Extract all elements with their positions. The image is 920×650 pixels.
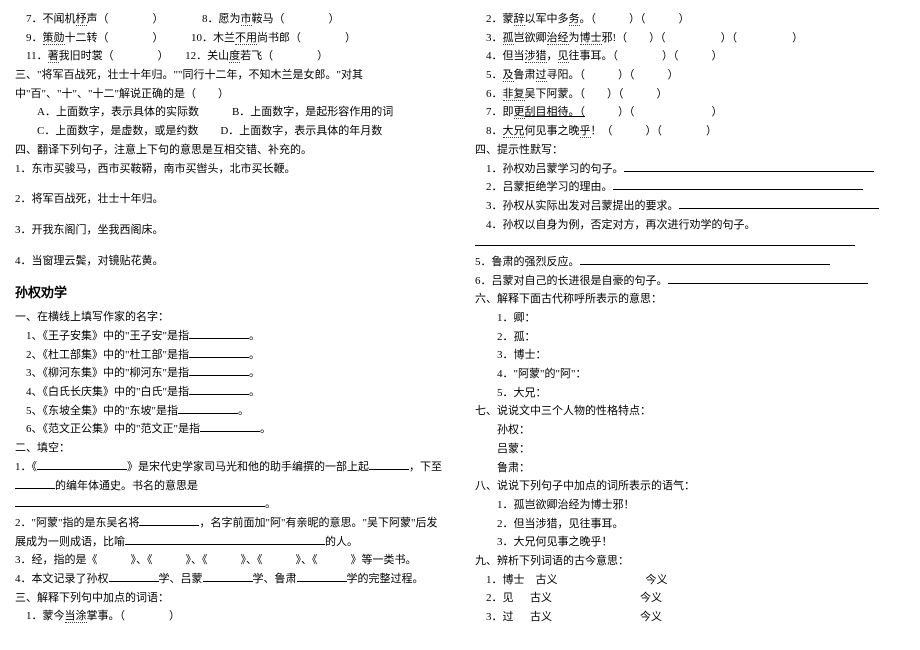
options-ab: A．上面数字，表示具体的实际数 B．上面数字，是起形容作用的词 [15,103,445,122]
spacer [15,178,445,190]
c2-q8: 8．大兄何见事之晚乎！（ ）（ ） [475,122,905,141]
sq2-3: 3．经，指的是《 》、《 》、《 》、《 》、《 》等一类书。 [15,551,445,570]
c2-s9-3: 3．过 古义 今义 [475,608,905,627]
c2-s8-3: 3．大兄何见事之晚乎！ [475,533,905,552]
sq3-1: 1．蒙今当涂掌事。（ ） [15,607,445,626]
c2-s4-1: 1．孙权劝吕蒙学习的句子。 [475,160,905,179]
c2-s4-4-blank [475,234,905,253]
c2-s6-4: 4．"阿蒙"的"阿"： [475,365,905,384]
s4-4: 4．当窗理云鬓，对镜贴花黄。 [15,252,445,271]
sq3-4: 4．但当涉猎，见往事耳。（ ）（ ） [475,47,905,66]
sq3-2: 2．蒙辞以军中多务。（ ）（ ） [475,10,905,29]
spacer [15,240,445,252]
spacer [15,209,445,221]
c2-s4-3: 3．孙权从实际出发对吕蒙提出的要求。 [475,197,905,216]
sq3-head: 三、解释下列句中加点的词语： [15,589,445,608]
c2-s4-6: 6．吕蒙对自己的长进很是自豪的句子。 [475,272,905,291]
dot-under: 杼 [76,13,87,26]
title-sunquan: 孙权劝学 [15,282,445,304]
c2-s6-5: 5．大兄： [475,384,905,403]
c2-s9-2: 2．见 古义 今义 [475,589,905,608]
sq3-3: 3．孤岂欲卿治经为博士邪!（ ）（ ）（ ） [475,29,905,48]
sq1-4: 4、《白氏长庆集》中的"白氏"是指。 [15,383,445,402]
q11: 11．著我旧时裳（ ） 12．关山度若飞（ ） [15,47,445,66]
section3: 三、"将军百战死，壮士十年归。""同行十二年，不知木兰是女郎。"对其中"百"、"… [15,66,445,103]
sq1-5: 5、《东坡全集》中的"东坡"是指。 [15,402,445,421]
c2-sec7: 七、说说文中三个人物的性格特点： [475,402,905,421]
section4-head: 四、翻译下列句子，注意上下句的意思是互相交错、补充的。 [15,141,445,160]
sq2-2: 2．"阿蒙"指的是东吴名将，名字前面加"阿"有亲昵的意思。"吴下阿蒙"后发展成为… [15,514,445,551]
c2-s7-1: 孙权： [475,421,905,440]
sq1-2: 2、《杜工部集》中的"杜工部"是指。 [15,346,445,365]
c2-s4-2: 2．吕蒙拒绝学习的理由。 [475,178,905,197]
sq1-1: 1、《王子安集》中的"王子安"是指。 [15,327,445,346]
s4-2: 2．将军百战死，壮士十年归。 [15,190,445,209]
c2-s8-2: 2．但当涉猎，见往事耳。 [475,515,905,534]
c2-s7-2: 吕蒙： [475,440,905,459]
c2-s6-1: 1．卿： [475,309,905,328]
c2-s4-4: 4．孙权以自身为例，否定对方，再次进行劝学的句子。 [475,216,905,235]
c2-sec9: 九、辨析下列词语的古今意思： [475,552,905,571]
sq1-3: 3、《柳河东集》中的"柳河东"是指。 [15,364,445,383]
c2-s4-5: 5．鲁肃的强烈反应。 [475,253,905,272]
c2-s7-3: 鲁肃： [475,459,905,478]
sq3-6: 6．非复吴下阿蒙。（ ）（ ） [475,85,905,104]
c2-s6-2: 2．孤： [475,328,905,347]
c2-sec8: 八、说说下列句子中加点的词所表示的语气： [475,477,905,496]
sq2-4: 4．本文记录了孙权学、吕蒙学、鲁肃学的完整过程。 [15,570,445,589]
q9: 9．策勋十二转（ ） 10．木兰不用尚书郎（ ） [15,29,445,48]
c2-q7: 7．即更刮目相待。（ ）（ ） [475,103,905,122]
spacer [15,270,445,278]
sq2-1: 1．《》是宋代史学家司马光和他的助手编撰的一部上起，下至的编年体通史。书名的意思… [15,458,445,514]
sq1-head: 一、在横线上填写作家的名字： [15,308,445,327]
s4-3: 3．开我东阁门，坐我西阁床。 [15,221,445,240]
s4-1: 1．东市买骏马，西市买鞍鞯，南市买辔头，北市买长鞭。 [15,160,445,179]
sq1-6: 6、《范文正公集》中的"范文正"是指。 [15,420,445,439]
c2-s6-3: 3．博士： [475,346,905,365]
sq3-5: 5．及鲁肃过寻阳。（ ）（ ） [475,66,905,85]
sq2-head: 二、填空： [15,439,445,458]
options-cd: C．上面数字，是虚数，或是约数 D．上面数字，表示具体的年月数 [15,122,445,141]
c2-sec6: 六、解释下面古代称呼所表示的意思： [475,290,905,309]
c2-sec4: 四、提示性默写： [475,141,905,160]
c2-s9-1: 1．博士 古义 今义 [475,571,905,590]
c2-s8-1: 1．孤岂欲卿治经为博士邪！ [475,496,905,515]
q7: 7．不闻机杼声（ ） 8．愿为市鞍马（ ） [15,10,445,29]
